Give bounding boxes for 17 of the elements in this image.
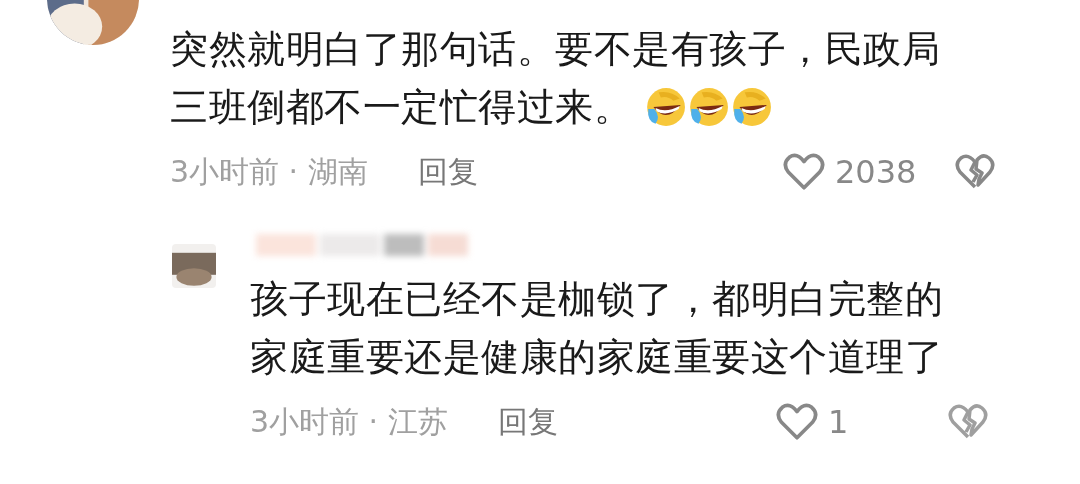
- laughing-crying-emoji-icon: [687, 86, 729, 128]
- heart-icon[interactable]: [776, 403, 818, 441]
- comment-text-line: 突然就明白了那句话。要不是有孩子，民政局: [170, 26, 940, 73]
- like-count: 1: [828, 403, 850, 441]
- comment-text-line: 三班倒都不一定忙得过来。: [170, 84, 632, 131]
- laughing-crying-emoji-icon: [730, 86, 772, 128]
- reply-link[interactable]: 回复: [417, 151, 478, 193]
- time-location: 3小时前 · 江苏: [250, 402, 448, 441]
- heart-icon[interactable]: [783, 153, 825, 191]
- laughing-crying-emoji-icon: [644, 86, 686, 128]
- broken-heart-icon[interactable]: [948, 404, 988, 440]
- time-location: 3小时前 · 湖南: [170, 152, 368, 191]
- comment-text-line: 孩子现在已经不是枷锁了，都明白完整的: [250, 276, 943, 323]
- reply-link[interactable]: 回复: [497, 401, 558, 443]
- like-count: 2038: [835, 153, 918, 191]
- broken-heart-icon[interactable]: [955, 154, 995, 190]
- comment-text-line: 家庭重要还是健康的家庭重要这个道理了: [250, 334, 943, 381]
